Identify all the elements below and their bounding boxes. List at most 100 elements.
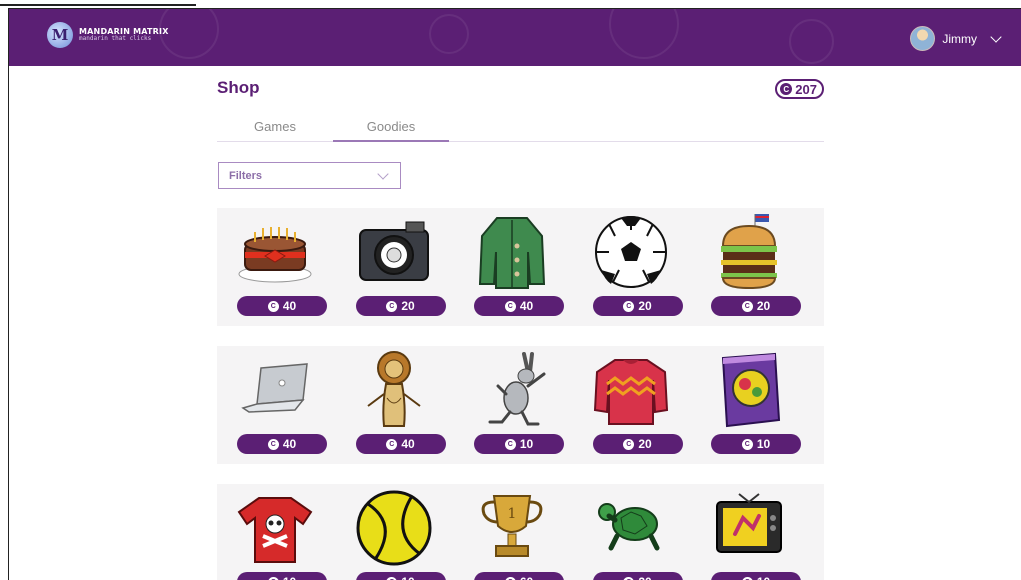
goodies-row: C 40 C 40 C 10 C 20 C 10 — [217, 346, 824, 464]
shop-item-soccer-ball[interactable]: C 20 — [573, 208, 689, 326]
shop-item-rabbit[interactable]: C 10 — [454, 346, 570, 464]
shop-item-trophy[interactable]: 1 C 60 — [454, 484, 570, 580]
price-value: 10 — [401, 575, 414, 580]
brand-tagline: mandarin that clicks — [79, 35, 152, 42]
coin-icon: C — [623, 438, 635, 450]
price-button[interactable]: C 10 — [237, 572, 327, 580]
coin-icon: C — [386, 576, 398, 580]
app-frame: M MANDARIN MATRIX mandarin that clicks J… — [8, 8, 1021, 580]
chevron-down-icon — [377, 168, 389, 180]
price-button[interactable]: C20 — [355, 296, 446, 316]
shop-item-lion[interactable]: C 40 — [336, 346, 452, 464]
coin-icon: C — [504, 576, 516, 580]
brand-logo[interactable]: M MANDARIN MATRIX mandarin that clicks — [47, 22, 169, 48]
price-value: 10 — [283, 575, 296, 580]
skull-t-shirt-image — [237, 497, 313, 563]
avatar — [910, 26, 936, 51]
price-button[interactable]: C 40 — [474, 296, 564, 316]
coin-icon: C — [741, 300, 753, 312]
trophy-image: 1 — [481, 495, 543, 557]
top-bar: M MANDARIN MATRIX mandarin that clicks J… — [9, 9, 1021, 66]
coin-balance-value: 207 — [795, 81, 817, 97]
rabbit-image — [488, 352, 546, 426]
price-value: 40 — [401, 437, 415, 451]
user-name: Jimmy — [942, 31, 977, 46]
shop-item-birthday-cake[interactable]: C 40 — [217, 208, 333, 326]
price-button[interactable]: C20 — [592, 296, 683, 316]
price-button[interactable]: C20 — [592, 434, 683, 454]
price-value: 10 — [756, 437, 771, 451]
price-button[interactable]: C 40 — [237, 296, 327, 316]
camera-image — [358, 221, 429, 281]
price-value: 20 — [756, 299, 771, 313]
turtle-image — [597, 503, 659, 551]
lion-image — [366, 351, 421, 427]
coin-icon: C — [386, 300, 398, 312]
shop-item-skull-t-shirt[interactable]: C 10 — [217, 484, 333, 580]
logo-icon: M — [47, 22, 73, 48]
green-coat-image — [478, 217, 546, 289]
red-sweater-image — [593, 359, 668, 425]
tab-games[interactable]: Games — [217, 119, 333, 142]
price-value: 60 — [520, 575, 533, 580]
price-value: 40 — [282, 437, 297, 451]
price-button[interactable]: C 40 — [237, 434, 327, 454]
price-button[interactable]: C 60 — [474, 572, 564, 580]
filters-dropdown[interactable]: Filters — [218, 162, 401, 189]
price-value: 20 — [638, 575, 651, 580]
price-value: 20 — [638, 437, 652, 451]
price-button[interactable]: C 10 — [711, 572, 801, 580]
user-menu[interactable]: Jimmy — [910, 26, 1002, 51]
coin-icon: C — [623, 576, 635, 580]
price-value: 40 — [282, 299, 297, 313]
coin-icon: C — [741, 576, 753, 580]
coin-icon: C — [504, 300, 516, 312]
coin-icon: C — [267, 438, 279, 450]
price-button[interactable]: C20 — [592, 572, 683, 580]
price-value: 10 — [757, 575, 770, 580]
coin-icon: C — [504, 438, 516, 450]
price-value: 20 — [638, 299, 652, 313]
filters-label: Filters — [229, 169, 263, 182]
price-value: 10 — [519, 437, 534, 451]
coin-icon: C — [267, 300, 279, 312]
birthday-cake-image — [238, 227, 312, 283]
top-link-underline — [0, 0, 196, 6]
price-button[interactable]: C20 — [711, 296, 801, 316]
shop-item-hamburger[interactable]: C 20 — [691, 208, 807, 326]
shop-tabs: Games Goodies — [217, 116, 824, 142]
page-title: Shop — [217, 78, 260, 97]
goodies-row: C10C101C60C20C10 — [217, 484, 824, 580]
laptop-image — [241, 363, 308, 413]
price-button[interactable]: C10 — [355, 572, 446, 580]
price-button[interactable]: C 40 — [355, 434, 446, 454]
shop-item-laptop[interactable]: C 40 — [217, 346, 333, 464]
coin-icon: C — [623, 300, 635, 312]
shop-item-green-coat[interactable]: C 40 — [454, 208, 570, 326]
shop-item-television[interactable]: C 10 — [691, 484, 807, 580]
coin-icon: C — [780, 83, 793, 95]
svg-text:1: 1 — [508, 506, 517, 522]
price-button[interactable]: C10 — [711, 434, 801, 454]
header-doodle — [429, 14, 469, 54]
coin-icon: C — [741, 438, 753, 450]
coin-icon: C — [267, 576, 279, 580]
snack-bag-image — [721, 352, 781, 428]
soccer-ball-image — [594, 216, 667, 288]
goodies-row: C 40 C 20 C 40 C 20 C 20 — [217, 208, 824, 326]
television-image — [716, 493, 782, 553]
hamburger-image — [721, 214, 777, 290]
shop-item-camera[interactable]: C 20 — [336, 208, 452, 326]
header-doodle — [609, 9, 679, 59]
tab-goodies[interactable]: Goodies — [333, 119, 449, 142]
price-value: 40 — [519, 299, 534, 313]
price-value: 20 — [401, 299, 415, 313]
shop-item-snack-bag[interactable]: C 10 — [691, 346, 807, 464]
shop-item-turtle[interactable]: C20 — [573, 484, 689, 580]
shop-item-red-sweater[interactable]: C 20 — [573, 346, 689, 464]
chevron-down-icon — [990, 30, 1002, 43]
header-doodle — [789, 19, 834, 64]
price-button[interactable]: C10 — [474, 434, 564, 454]
shop-item-tennis-ball[interactable]: C10 — [336, 484, 452, 580]
tennis-ball-image — [356, 490, 431, 566]
